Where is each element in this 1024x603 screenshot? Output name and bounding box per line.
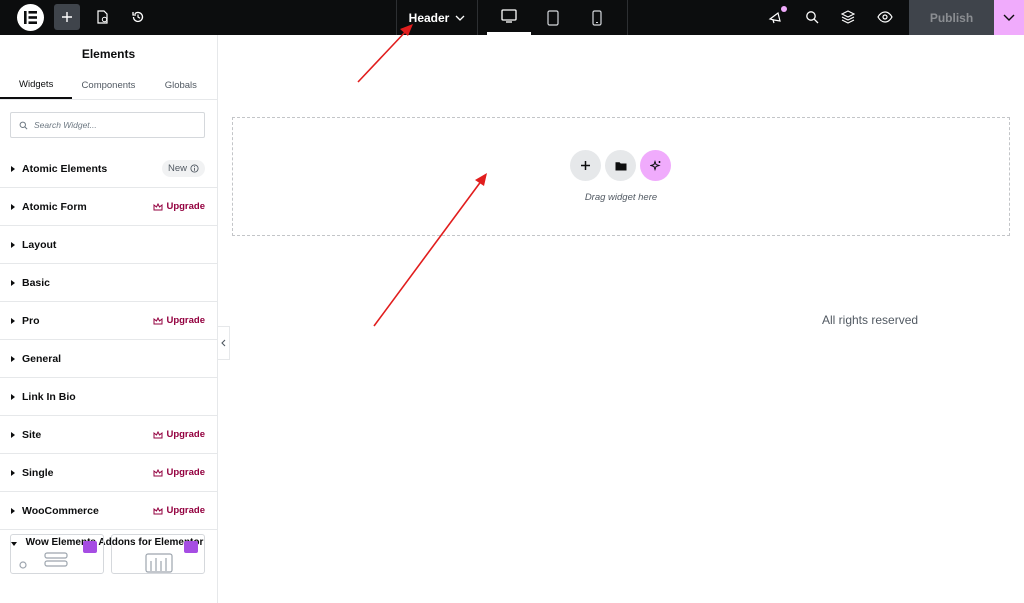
category-label: Atomic Elements [22,162,108,175]
preview-eye-icon[interactable] [872,4,898,30]
mobile-icon [592,9,602,26]
tablet-view-button[interactable] [531,0,575,35]
caret-right-icon [11,431,15,438]
mobile-view-button[interactable] [575,0,619,35]
elementor-logo-icon[interactable] [17,4,44,31]
caret-right-icon [11,165,15,172]
category-label: General [22,352,62,365]
drop-zone-actions [570,150,671,181]
crown-icon [153,430,163,438]
chevron-left-icon [221,339,226,347]
upgrade-link[interactable]: Upgrade [153,505,205,516]
caret-right-icon [11,241,15,248]
category-woocommerce[interactable]: WooCommerce Upgrade [0,492,217,530]
caret-right-icon [11,469,15,476]
upgrade-link[interactable]: Upgrade [153,201,205,212]
category-atomic-elements[interactable]: Atomic Elements New [0,150,217,188]
crown-icon [153,202,163,210]
structure-layers-icon[interactable] [835,4,861,30]
category-general[interactable]: General [0,340,217,378]
crown-icon [153,506,163,514]
category-single[interactable]: Single Upgrade [0,454,217,492]
widget-thumbnail-icon [19,552,68,569]
add-element-button[interactable] [54,4,80,30]
category-layout[interactable]: Layout [0,226,217,264]
elements-panel: Elements Widgets Components Globals Sear… [0,35,218,603]
crown-icon [153,316,163,324]
caret-right-icon [11,355,15,362]
publish-button[interactable]: Publish [909,0,994,35]
wow-badge-icon [83,541,97,553]
category-label: Site [22,428,42,441]
upgrade-label: Upgrade [166,315,205,326]
widget-thumbnail-icon [145,553,173,573]
category-label: WooCommerce [22,504,99,517]
panel-title: Elements [81,46,136,61]
search-icon[interactable] [799,4,825,30]
category-label: Pro [22,314,40,327]
category-label: Link In Bio [22,390,76,403]
category-label: Layout [22,238,57,251]
category-pro[interactable]: Pro Upgrade [0,302,217,340]
toolbar-divider [627,0,628,35]
panel-tabs: Widgets Components Globals [0,72,217,100]
new-badge-label: New [167,163,187,174]
chevron-down-icon [1003,14,1015,21]
category-atomic-form[interactable]: Atomic Form Upgrade [0,188,217,226]
footer-copyright-text: All rights reserved [822,313,919,327]
top-bar: Header Publish [0,0,1024,35]
caret-right-icon [11,393,15,400]
crown-icon [153,468,163,476]
search-widget-input[interactable]: Search Widget... [10,112,205,138]
caret-right-icon [11,279,15,286]
chevron-down-icon [455,15,465,21]
page-settings-icon[interactable] [89,4,115,30]
widget-tiles [10,534,206,574]
category-label: Basic [22,276,51,289]
upgrade-link[interactable]: Upgrade [153,315,205,326]
info-icon [190,164,199,173]
ai-sparkle-icon [649,159,661,171]
category-link-in-bio[interactable]: Link In Bio [0,378,217,416]
upgrade-label: Upgrade [166,201,205,212]
tab-widgets[interactable]: Widgets [0,72,73,99]
upgrade-link[interactable]: Upgrade [153,467,205,478]
upgrade-link[interactable]: Upgrade [153,429,205,440]
add-template-button[interactable] [605,150,636,181]
upgrade-label: Upgrade [166,505,205,516]
category-site[interactable]: Site Upgrade [0,416,217,454]
tablet-icon [547,9,559,26]
caret-right-icon [11,203,15,210]
upgrade-label: Upgrade [166,467,205,478]
tab-components[interactable]: Components [72,72,144,99]
plus-icon [581,161,590,170]
caret-right-icon [11,317,15,324]
category-label: Atomic Form [22,200,87,213]
add-section-button[interactable] [570,150,601,181]
caret-right-icon [11,507,15,514]
search-placeholder: Search Widget... [34,120,97,130]
new-badge: New [161,160,205,177]
widget-tile[interactable] [10,534,104,574]
category-basic[interactable]: Basic [0,264,217,302]
ai-generate-button[interactable] [640,150,671,181]
tab-globals[interactable]: Globals [145,72,217,99]
history-icon[interactable] [125,4,151,30]
document-title-dropdown[interactable]: Header [396,0,478,35]
desktop-icon [501,9,517,23]
wow-badge-icon [184,541,198,553]
widget-tile[interactable] [111,534,205,574]
drop-zone[interactable]: Drag widget here [232,117,1010,236]
notification-dot [781,6,787,12]
collapse-panel-button[interactable] [218,326,230,360]
drop-zone-text: Drag widget here [584,192,658,203]
folder-icon [615,161,626,170]
desktop-view-button[interactable] [487,0,531,35]
document-title: Header [408,10,450,25]
upgrade-label: Upgrade [166,429,205,440]
category-label: Single [22,466,54,479]
publish-options-button[interactable] [994,0,1024,35]
search-icon [19,121,28,129]
